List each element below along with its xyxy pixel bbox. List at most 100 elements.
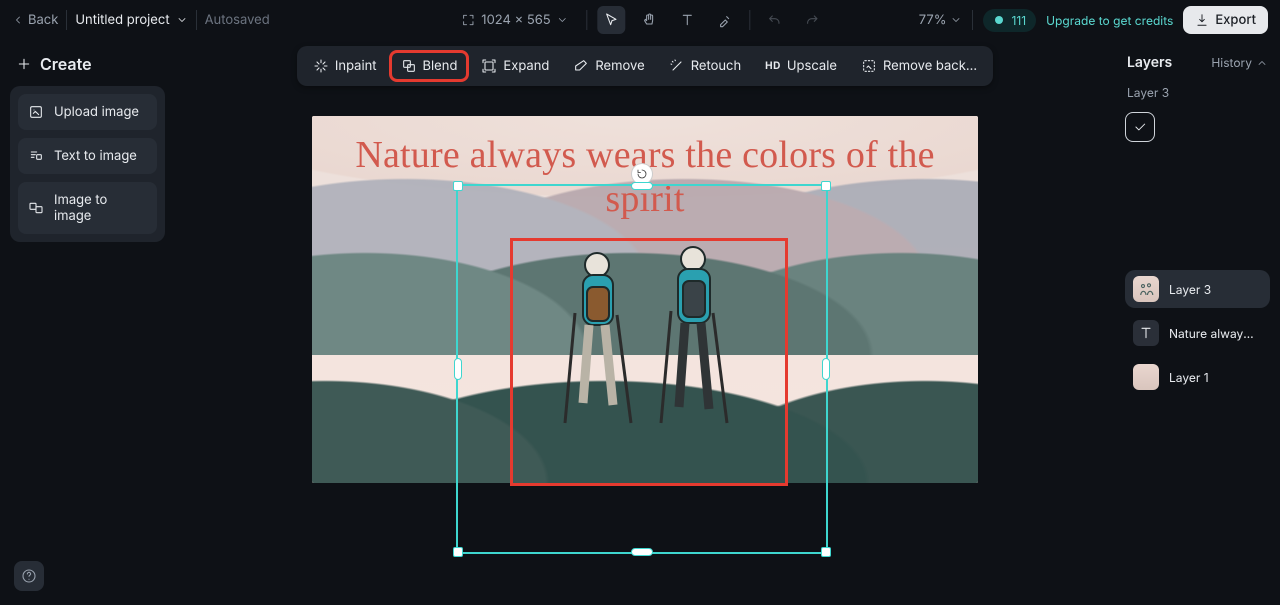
expand-icon: [481, 58, 497, 74]
canvas-wrap: Nature always wears the colors of the sp…: [312, 116, 978, 483]
layer-list: Layer 3 Nature always w… Layer 1: [1125, 270, 1270, 396]
separator: [196, 10, 197, 30]
expand-label: Expand: [503, 58, 549, 74]
canvas-size-dropdown[interactable]: 1024 × 565: [453, 8, 576, 32]
retouch-label: Retouch: [691, 58, 741, 74]
resize-handle-right[interactable]: [822, 358, 830, 380]
action-toolbar: Inpaint Blend Expand Remove Retouch: [297, 46, 993, 86]
retouch-button[interactable]: Retouch: [659, 52, 751, 80]
upgrade-link[interactable]: Upgrade to get credits: [1046, 13, 1173, 28]
autosaved-status: Autosaved: [205, 12, 270, 28]
export-label: Export: [1215, 12, 1256, 28]
text-to-image-button[interactable]: Text to image: [18, 138, 157, 174]
hand-tool-button[interactable]: [636, 6, 664, 34]
blend-button[interactable]: Blend: [391, 52, 468, 80]
chevron-up-icon: [1256, 57, 1268, 69]
rotate-icon: [636, 168, 648, 180]
image-to-image-button[interactable]: Image to image: [18, 182, 157, 234]
rotate-handle[interactable]: [632, 164, 652, 184]
plus-icon: [16, 56, 32, 72]
upscale-button[interactable]: HD Upscale: [755, 52, 847, 80]
image-to-image-label: Image to image: [54, 192, 147, 224]
tab-history[interactable]: History: [1211, 55, 1268, 70]
upload-image-button[interactable]: Upload image: [18, 94, 157, 130]
eyedropper-icon: [718, 12, 734, 28]
resize-handle-bottom[interactable]: [631, 548, 653, 556]
help-icon: [21, 568, 37, 584]
zoom-dropdown[interactable]: 77%: [919, 12, 963, 28]
text-to-image-label: Text to image: [54, 148, 137, 164]
export-button[interactable]: Export: [1183, 6, 1268, 34]
separator: [750, 10, 751, 30]
layer-label: Layer 3: [1169, 282, 1211, 297]
remove-bg-icon: [861, 58, 877, 74]
chevron-down-icon: [176, 14, 188, 26]
layer-visibility-toggle[interactable]: [1125, 112, 1155, 142]
redo-button[interactable]: [799, 6, 827, 34]
left-sidebar: Create Upload image Text to image Image …: [0, 40, 175, 605]
sparkle-icon: [313, 58, 329, 74]
right-sidebar: Layers History Layer 3 Layer 3: [1115, 40, 1280, 605]
resize-handle-top[interactable]: [631, 182, 653, 190]
credits-pill[interactable]: 111: [983, 9, 1036, 32]
upload-image-label: Upload image: [54, 104, 139, 120]
layer-thumb: [1133, 320, 1159, 346]
text-to-image-icon: [28, 148, 44, 164]
chevron-left-icon: [12, 14, 24, 26]
resize-handle-left[interactable]: [454, 358, 462, 380]
check-icon: [1133, 120, 1147, 134]
resize-icon: [461, 13, 475, 27]
remove-bg-button[interactable]: Remove back…: [851, 52, 987, 80]
remove-button[interactable]: Remove: [563, 52, 654, 80]
inpaint-button[interactable]: Inpaint: [303, 52, 387, 80]
chevron-down-icon: [557, 14, 569, 26]
undo-button[interactable]: [761, 6, 789, 34]
back-label: Back: [28, 12, 58, 28]
canvas-dim-value: 1024 × 565: [481, 12, 550, 28]
undo-icon: [767, 12, 783, 28]
tab-history-label: History: [1211, 55, 1252, 70]
current-layer-title: Layer 3: [1125, 79, 1270, 106]
credits-count: 111: [1011, 13, 1026, 28]
download-icon: [1195, 13, 1209, 27]
select-tool-button[interactable]: [598, 6, 626, 34]
layer-label: Layer 1: [1169, 370, 1209, 385]
separator: [587, 10, 588, 30]
back-button[interactable]: Back: [12, 12, 58, 28]
upscale-label: Upscale: [787, 58, 837, 74]
layer-thumb: [1133, 364, 1159, 390]
project-name-dropdown[interactable]: Untitled project: [75, 12, 187, 28]
zoom-value: 77%: [919, 12, 947, 28]
help-button[interactable]: [14, 561, 44, 591]
canvas-area: Inpaint Blend Expand Remove Retouch: [175, 40, 1115, 605]
hd-icon: HD: [765, 60, 781, 72]
layer-row-layer1[interactable]: Layer 1: [1125, 358, 1270, 396]
tab-layers[interactable]: Layers: [1127, 54, 1172, 71]
inpaint-label: Inpaint: [335, 58, 377, 74]
text-tool-button[interactable]: [674, 6, 702, 34]
resize-handle-tl[interactable]: [453, 181, 463, 191]
top-bar: Back Untitled project Autosaved 1024 × 5…: [0, 0, 1280, 40]
text-icon: [1138, 325, 1154, 341]
resize-handle-tr[interactable]: [821, 181, 831, 191]
image-to-image-icon: [28, 200, 44, 216]
redo-icon: [805, 12, 821, 28]
chevron-down-icon: [950, 14, 962, 26]
eyedropper-tool-button[interactable]: [712, 6, 740, 34]
separator: [972, 10, 973, 30]
create-label: Create: [40, 54, 92, 74]
expand-button[interactable]: Expand: [471, 52, 559, 80]
layer-row-layer3[interactable]: Layer 3: [1125, 270, 1270, 308]
separator: [66, 10, 67, 30]
cursor-icon: [604, 12, 620, 28]
layer-row-text[interactable]: Nature always w…: [1125, 314, 1270, 352]
blend-icon: [401, 58, 417, 74]
upload-icon: [28, 104, 44, 120]
resize-handle-br[interactable]: [821, 547, 831, 557]
eraser-icon: [573, 58, 589, 74]
layer-thumb: [1133, 276, 1159, 302]
resize-handle-bl[interactable]: [453, 547, 463, 557]
blend-label: Blend: [423, 58, 458, 74]
wand-icon: [669, 58, 685, 74]
people-icon: [1137, 280, 1155, 298]
